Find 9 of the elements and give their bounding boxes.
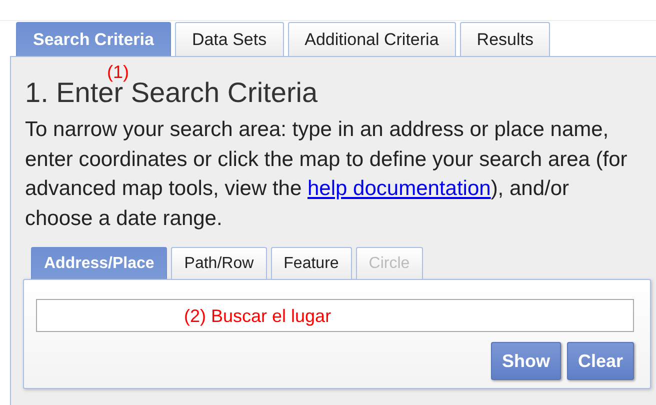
address-field[interactable] [36, 299, 634, 332]
tab[interactable]: Path/Row [171, 247, 267, 279]
tab[interactable]: Feature [270, 247, 352, 279]
annotation-label: (2) Buscar el lugar [184, 305, 332, 328]
tab[interactable]: Results [460, 22, 550, 56]
instructions-text: To narrow your search area: type in an address or place name, enter coordinates or click the map to define your search area (for advanced map tools, view the help documentation), and/or choose a date range. [25, 117, 628, 232]
help-link[interactable]: help documentation [308, 177, 491, 200]
tab[interactable]: Additional Criteria [288, 22, 456, 56]
tab[interactable]: Data Sets [174, 22, 284, 56]
